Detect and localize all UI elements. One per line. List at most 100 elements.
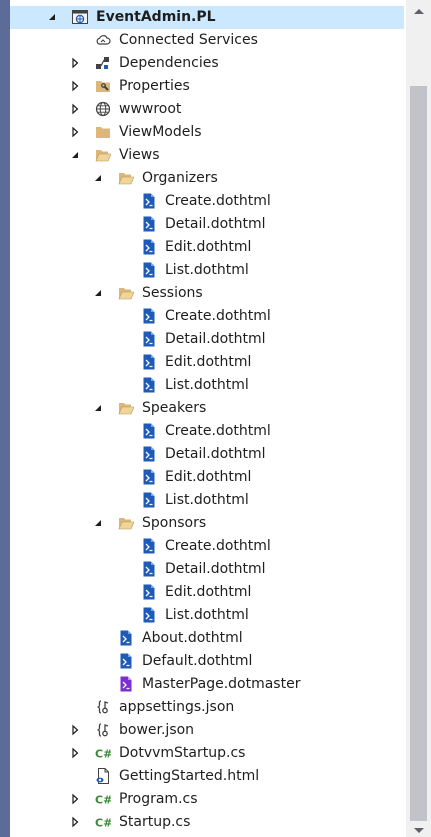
tree-item-label: Program.cs xyxy=(119,791,198,807)
tree-item-label: DotvvmStartup.cs xyxy=(119,745,246,761)
tree-item[interactable]: Sponsors xyxy=(10,512,404,535)
tree-item-label: Sponsors xyxy=(142,515,207,531)
tree-item-label: Create.dothtml xyxy=(165,423,271,439)
tree-item[interactable]: Connected Services xyxy=(10,29,404,52)
tree-item[interactable]: bower.json xyxy=(10,719,404,742)
open-folder-icon xyxy=(95,150,111,162)
collapsed-arrow-icon[interactable] xyxy=(69,126,81,138)
dothtml-file-icon xyxy=(143,377,155,393)
tree-item[interactable]: Properties xyxy=(10,75,404,98)
csharp-file-icon: C# xyxy=(95,794,111,807)
open-folder-icon xyxy=(118,518,134,530)
dothtml-file-icon xyxy=(143,193,155,209)
tree-item[interactable]: Detail.dothtml xyxy=(10,328,404,351)
tree-item[interactable]: Detail.dothtml xyxy=(10,443,404,466)
tree-item[interactable]: Speakers xyxy=(10,397,404,420)
tree-item[interactable]: List.dothtml xyxy=(10,374,404,397)
tree-item-label: Create.dothtml xyxy=(165,193,271,209)
tree-item[interactable]: Edit.dothtml xyxy=(10,581,404,604)
tree-item-label: Detail.dothtml xyxy=(165,331,266,347)
tree-item[interactable]: ViewModels xyxy=(10,121,404,144)
open-folder-icon xyxy=(118,403,134,415)
tree-item-label: Create.dothtml xyxy=(165,538,271,554)
dothtml-file-icon xyxy=(120,653,132,669)
tree-item[interactable]: List.dothtml xyxy=(10,604,404,627)
html-file-icon xyxy=(96,768,109,784)
tree-item[interactable]: EventAdmin.PL xyxy=(10,6,404,29)
tree-item[interactable]: Default.dothtml xyxy=(10,650,404,673)
tree-item[interactable]: About.dothtml xyxy=(10,627,404,650)
tree-item-label: MasterPage.dotmaster xyxy=(142,676,301,692)
dothtml-file-icon xyxy=(143,331,155,347)
expanded-arrow-icon[interactable] xyxy=(69,149,81,161)
connected-services-icon xyxy=(96,35,111,45)
collapsed-arrow-icon[interactable] xyxy=(69,816,81,828)
tree-item[interactable]: List.dothtml xyxy=(10,489,404,512)
tree-item[interactable]: Views xyxy=(10,144,404,167)
tree-item[interactable]: List.dothtml xyxy=(10,259,404,282)
tree-item[interactable]: Edit.dothtml xyxy=(10,466,404,489)
collapsed-arrow-icon[interactable] xyxy=(69,724,81,736)
collapsed-arrow-icon[interactable] xyxy=(69,103,81,115)
dothtml-file-icon xyxy=(143,584,155,600)
tree-item[interactable]: Organizers xyxy=(10,167,404,190)
open-folder-icon xyxy=(118,288,134,300)
properties-folder-icon xyxy=(96,81,110,92)
collapsed-arrow-icon[interactable] xyxy=(69,80,81,92)
tree-item-label: appsettings.json xyxy=(119,699,235,715)
tree-item[interactable]: Create.dothtml xyxy=(10,535,404,558)
dependencies-icon xyxy=(96,57,109,69)
tree-item-label: Views xyxy=(119,147,160,163)
dothtml-file-icon xyxy=(143,538,155,554)
scrollbar-thumb[interactable] xyxy=(410,86,427,821)
tree-item[interactable]: C# DotvvmStartup.cs xyxy=(10,742,404,765)
tree-item[interactable]: Create.dothtml xyxy=(10,190,404,213)
tree-item[interactable]: Create.dothtml xyxy=(10,305,404,328)
tree-item-label: ViewModels xyxy=(119,124,202,140)
tree-item[interactable]: Create.dothtml xyxy=(10,420,404,443)
tree-item[interactable]: Sessions xyxy=(10,282,404,305)
tree-item-label: Create.dothtml xyxy=(165,308,271,324)
tree-item[interactable]: appsettings.json xyxy=(10,696,404,719)
tree-item-label: Dependencies xyxy=(119,55,219,71)
window-frame: EventAdmin.PL Connected Services Dependenc… xyxy=(0,0,431,837)
collapsed-arrow-icon[interactable] xyxy=(69,57,81,69)
solution-explorer-panel: EventAdmin.PL Connected Services Dependenc… xyxy=(10,0,431,837)
expanded-arrow-icon[interactable] xyxy=(92,402,104,414)
tree-item[interactable]: MasterPage.dotmaster xyxy=(10,673,404,696)
dothtml-file-icon xyxy=(143,308,155,324)
tree-item-label: Detail.dothtml xyxy=(165,561,266,577)
scroll-up-arrow-icon[interactable] xyxy=(413,6,425,18)
tree-item[interactable]: wwwroot xyxy=(10,98,404,121)
csharp-file-icon: C# xyxy=(95,817,111,830)
tree-item[interactable]: Edit.dothtml xyxy=(10,236,404,259)
tree-item-label: Edit.dothtml xyxy=(165,469,252,485)
tree-item-label: GettingStarted.html xyxy=(119,768,260,784)
tree-item-label: EventAdmin.PL xyxy=(96,9,216,25)
tree-item-label: About.dothtml xyxy=(142,630,243,646)
dothtml-file-icon xyxy=(143,561,155,577)
expanded-arrow-icon[interactable] xyxy=(92,172,104,184)
collapsed-arrow-icon[interactable] xyxy=(69,793,81,805)
globe-icon xyxy=(95,101,111,117)
tree-item[interactable]: C# Startup.cs xyxy=(10,811,404,834)
tree-item[interactable]: Detail.dothtml xyxy=(10,558,404,581)
expanded-arrow-icon[interactable] xyxy=(92,517,104,529)
json-file-icon xyxy=(97,700,109,714)
vertical-scrollbar[interactable] xyxy=(406,0,431,837)
tree-item-label: Default.dothtml xyxy=(142,653,253,669)
tree-item[interactable]: Detail.dothtml xyxy=(10,213,404,236)
tree-item-label: Startup.cs xyxy=(119,814,191,830)
web-project-icon xyxy=(72,10,88,24)
tree-item-label: Speakers xyxy=(142,400,207,416)
tree-item[interactable]: C# Program.cs xyxy=(10,788,404,811)
tree-item[interactable]: GettingStarted.html xyxy=(10,765,404,788)
scroll-down-arrow-icon[interactable] xyxy=(413,826,425,836)
expanded-arrow-icon[interactable] xyxy=(92,287,104,299)
expanded-arrow-icon[interactable] xyxy=(46,11,58,23)
json-file-icon xyxy=(97,723,109,737)
tree-item[interactable]: Dependencies xyxy=(10,52,404,75)
dothtml-file-icon xyxy=(143,239,155,255)
collapsed-arrow-icon[interactable] xyxy=(69,747,81,759)
tree-item[interactable]: Edit.dothtml xyxy=(10,351,404,374)
